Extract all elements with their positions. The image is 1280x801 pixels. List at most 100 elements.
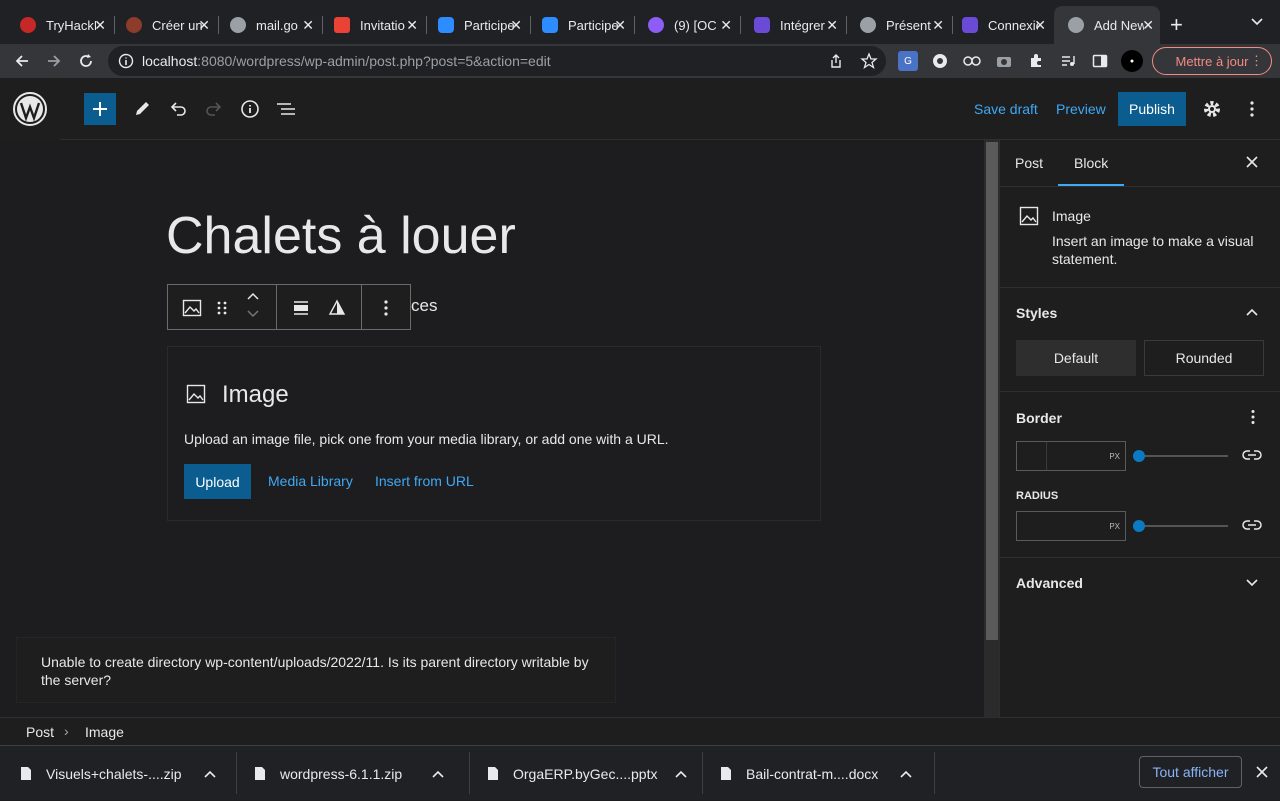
save-draft-button[interactable]: Save draft <box>974 101 1038 117</box>
details-info-icon[interactable] <box>238 97 262 121</box>
browser-tab[interactable]: (9) [OC ✕ <box>634 6 738 44</box>
address-bar[interactable]: localhost:8080/wordpress/wp-admin/post.p… <box>108 46 886 76</box>
tab-close-icon[interactable]: ✕ <box>406 17 418 34</box>
style-default-option[interactable]: Default <box>1016 340 1136 376</box>
radius-slider[interactable] <box>1138 525 1228 527</box>
share-icon[interactable] <box>828 53 844 69</box>
list-view-icon[interactable] <box>274 97 298 121</box>
border-unit-label[interactable]: PX <box>1109 452 1120 461</box>
close-downloads-icon[interactable] <box>1256 766 1268 778</box>
edit-pencil-icon[interactable] <box>130 97 154 121</box>
canvas-scrollbar-thumb[interactable] <box>986 142 998 640</box>
tab-block[interactable]: Block <box>1074 155 1108 171</box>
publish-button[interactable]: Publish <box>1118 92 1186 126</box>
download-item[interactable]: Visuels+chalets-....zip <box>20 746 216 801</box>
camera-extension-icon[interactable] <box>994 51 1014 71</box>
paragraph-block-text[interactable]: ces <box>411 296 437 316</box>
tab-close-icon[interactable]: ✕ <box>198 17 210 34</box>
back-arrow-icon[interactable] <box>12 51 32 71</box>
options-more-icon[interactable] <box>1240 97 1264 121</box>
move-up-chevron-icon[interactable] <box>246 291 260 301</box>
chevron-up-icon[interactable] <box>900 770 912 778</box>
radius-input[interactable]: PX <box>1016 511 1126 541</box>
browser-tab[interactable]: Connexion ✕ <box>948 6 1052 44</box>
wordpress-logo-icon[interactable] <box>0 78 60 140</box>
chevron-down-icon[interactable] <box>1246 578 1258 588</box>
media-library-button[interactable]: Media Library <box>268 473 353 489</box>
image-block-type-icon[interactable] <box>180 296 204 320</box>
style-rounded-option[interactable]: Rounded <box>1144 340 1264 376</box>
tab-search-chevron-icon[interactable] <box>1250 14 1264 28</box>
error-notice[interactable]: Unable to create directory wp-content/up… <box>16 637 616 703</box>
new-tab-button[interactable]: + <box>1170 12 1183 38</box>
extension-icon[interactable] <box>930 51 950 71</box>
browser-tab[interactable]: Invitatio ✕ <box>320 6 424 44</box>
link-sides-icon[interactable] <box>1242 448 1262 462</box>
chevron-up-icon[interactable] <box>675 770 688 778</box>
update-browser-button[interactable]: Mettre à jour ⋮ <box>1152 47 1272 75</box>
block-inserter-button[interactable] <box>84 93 116 125</box>
tab-close-icon[interactable]: ✕ <box>614 17 626 34</box>
redo-icon[interactable] <box>202 97 226 121</box>
chevron-up-icon[interactable] <box>203 770 216 778</box>
forward-arrow-icon[interactable] <box>44 51 64 71</box>
duotone-filter-icon[interactable] <box>325 296 349 320</box>
browser-tab[interactable]: Présent ✕ <box>846 6 950 44</box>
block-options-more-icon[interactable] <box>374 296 398 320</box>
profile-avatar[interactable]: ● <box>1121 50 1143 72</box>
move-down-chevron-icon[interactable] <box>246 309 260 319</box>
link-corners-icon[interactable] <box>1242 518 1262 532</box>
border-width-slider-thumb[interactable] <box>1133 450 1145 462</box>
border-color-swatch[interactable] <box>1017 442 1047 470</box>
browser-tab-active[interactable]: Add New ✕ <box>1054 6 1160 44</box>
tab-close-icon[interactable]: ✕ <box>1034 17 1046 34</box>
extension-icon[interactable] <box>962 51 982 71</box>
border-width-slider[interactable] <box>1138 455 1228 457</box>
advanced-panel-heading[interactable]: Advanced <box>1016 575 1083 591</box>
breadcrumb-root[interactable]: Post <box>26 724 54 740</box>
close-sidebar-icon[interactable] <box>1246 156 1258 168</box>
border-width-input[interactable]: PX <box>1016 441 1126 471</box>
side-panel-icon[interactable] <box>1090 51 1110 71</box>
tab-close-icon[interactable]: ✕ <box>826 17 838 34</box>
tab-close-icon[interactable]: ✕ <box>1142 17 1154 34</box>
insert-from-url-button[interactable]: Insert from URL <box>375 473 474 489</box>
preview-button[interactable]: Preview <box>1056 101 1106 117</box>
radius-slider-thumb[interactable] <box>1133 520 1145 532</box>
browser-tab[interactable]: TryHackMe ✕ <box>6 6 112 44</box>
translate-extension-icon[interactable]: G <box>898 51 918 71</box>
upload-button[interactable]: Upload <box>184 464 251 499</box>
undo-icon[interactable] <box>166 97 190 121</box>
reload-icon[interactable] <box>76 51 96 71</box>
tab-close-icon[interactable]: ✕ <box>932 17 944 34</box>
show-all-downloads-button[interactable]: Tout afficher <box>1139 756 1242 788</box>
post-title[interactable]: Chalets à louer <box>166 206 516 266</box>
browser-tab[interactable]: Participer ✕ <box>424 6 528 44</box>
styles-panel-heading[interactable]: Styles <box>1016 305 1057 321</box>
browser-tab[interactable]: mail.go ✕ <box>216 6 320 44</box>
browser-tab[interactable]: Intégrer ✕ <box>740 6 844 44</box>
tab-close-icon[interactable]: ✕ <box>510 17 522 34</box>
download-item[interactable]: wordpress-6.1.1.zip <box>254 746 444 801</box>
browser-tab[interactable]: Créer un ✕ <box>112 6 216 44</box>
tab-title: Invitatio <box>360 17 405 33</box>
align-icon[interactable] <box>289 296 313 320</box>
download-item[interactable]: Bail-contrat-m....docx <box>720 746 912 801</box>
border-options-more-icon[interactable] <box>1250 409 1256 425</box>
radius-unit-label[interactable]: PX <box>1109 522 1120 531</box>
media-controls-icon[interactable] <box>1058 51 1078 71</box>
drag-handle-icon[interactable] <box>210 296 234 320</box>
tab-close-icon[interactable]: ✕ <box>720 17 732 34</box>
chevron-up-icon[interactable] <box>1246 307 1258 317</box>
extensions-puzzle-icon[interactable] <box>1026 51 1046 71</box>
browser-tab[interactable]: Participer ✕ <box>528 6 632 44</box>
download-item[interactable]: OrgaERP.byGec....pptx <box>487 746 688 801</box>
tab-close-icon[interactable]: ✕ <box>94 17 106 34</box>
tab-close-icon[interactable]: ✕ <box>302 17 314 34</box>
tab-post[interactable]: Post <box>1015 155 1043 171</box>
bookmark-star-icon[interactable] <box>860 52 878 70</box>
tab-favicon-icon <box>1068 17 1084 33</box>
settings-gear-icon[interactable] <box>1200 97 1224 121</box>
site-info-icon[interactable] <box>118 53 134 69</box>
chevron-up-icon[interactable] <box>432 770 444 778</box>
